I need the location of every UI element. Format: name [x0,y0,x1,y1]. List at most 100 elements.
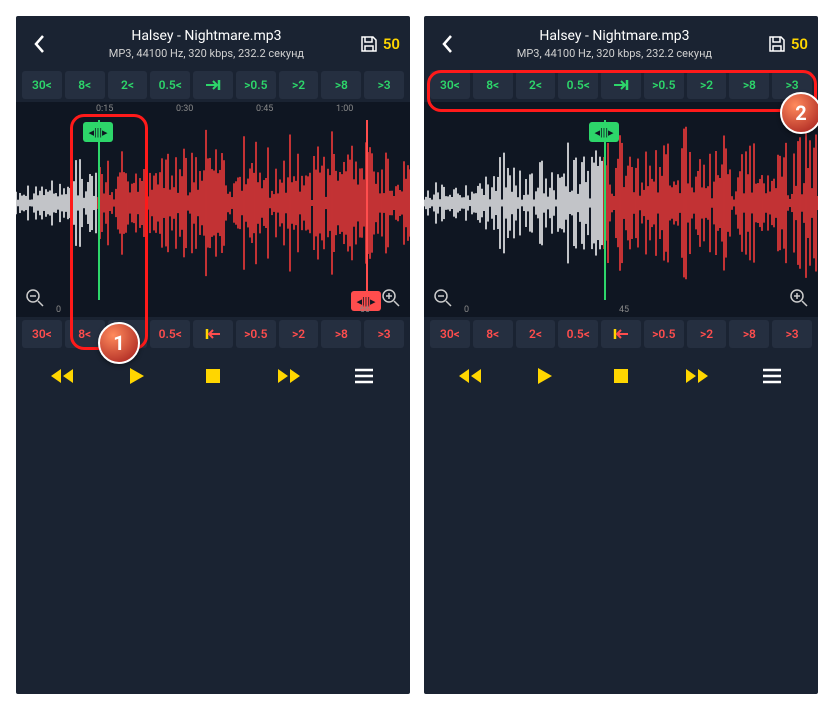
zoom-out-button[interactable] [22,285,48,311]
forward-button[interactable] [677,361,717,391]
seek-back-2[interactable]: 2< [108,71,148,99]
header: Halsey - Nightmare.mp3 MP3, 44100 Hz, 32… [424,16,818,68]
seek-fwd-30[interactable]: >3 [364,71,404,99]
seek-to-start[interactable] [193,71,233,99]
waveform-canvas [16,118,410,288]
start-index: 0 [464,305,469,315]
seek-back-05[interactable]: 0.5< [150,71,190,99]
end-back-30[interactable]: 30< [22,320,62,348]
forward-icon [684,367,710,385]
end-index: 66 [360,305,370,315]
zoom-in-button[interactable] [378,285,404,311]
menu-button[interactable] [344,361,384,391]
seek-row-start: 30< 8< 2< 0.5< >0.5 >2 >8 >3 [424,68,818,102]
waveform-area[interactable]: ◂|||▸ 0 45 [424,102,818,317]
ruler-tick: 0:30 [176,104,193,114]
end-back-30[interactable]: 30< [430,320,470,348]
end-fwd-2[interactable]: >2 [687,320,727,348]
end-fwd-2[interactable]: >2 [279,320,319,348]
seek-fwd-05[interactable]: >0.5 [644,71,684,99]
left-panel: Halsey - Nightmare.mp3 MP3, 44100 Hz, 32… [16,16,410,694]
title-line2: MP3, 44100 Hz, 320 kbps, 232.2 секунд [54,46,359,61]
seek-fwd-05[interactable]: >0.5 [236,71,276,99]
end-back-2[interactable]: 2< [516,320,556,348]
file-title: Halsey - Nightmare.mp3 MP3, 44100 Hz, 32… [54,27,359,62]
start-marker-handle[interactable]: ◂|||▸ [83,122,113,142]
zoom-in-icon [381,288,401,308]
start-index: 0 [56,305,61,315]
right-panel: Halsey - Nightmare.mp3 MP3, 44100 Hz, 32… [424,16,818,694]
seek-fwd-2[interactable]: >2 [687,71,727,99]
seek-fwd-8[interactable]: >8 [729,71,769,99]
save-icon [359,34,379,54]
end-marker[interactable] [366,120,368,300]
title-line1: Halsey - Nightmare.mp3 [462,27,767,47]
save-count: 50 [791,35,808,53]
title-line2: MP3, 44100 Hz, 320 kbps, 232.2 секунд [462,46,767,61]
stop-button[interactable] [193,361,233,391]
forward-button[interactable] [269,361,309,391]
annotation-badge-1: 1 [98,322,140,364]
start-marker[interactable] [604,120,606,300]
time-ruler [424,102,818,118]
ruler-tick: 0:45 [256,104,273,114]
start-marker-handle[interactable]: ◂|||▸ [589,122,619,142]
zoom-in-icon [789,288,809,308]
seek-back-30[interactable]: 30< [430,71,470,99]
zoom-out-icon [25,288,45,308]
end-fwd-05[interactable]: >0.5 [236,320,276,348]
end-fwd-8[interactable]: >8 [729,320,769,348]
back-button[interactable] [434,24,462,64]
rewind-icon [457,367,483,385]
waveform-area[interactable]: 0:15 0:30 0:45 1:00 ◂|||▸ ◂|||▸ 0 66 [16,102,410,317]
seek-row-start: 30< 8< 2< 0.5< >0.5 >2 >8 >3 [16,68,410,102]
end-back-8[interactable]: 8< [473,320,513,348]
play-icon [536,366,554,386]
menu-icon [354,368,374,384]
ruler-tick: 0:15 [96,104,113,114]
forward-icon [276,367,302,385]
play-button[interactable] [525,361,565,391]
end-fwd-30[interactable]: >3 [772,320,812,348]
menu-icon [762,368,782,384]
transport-row [16,351,410,401]
stop-icon [205,368,221,384]
menu-button[interactable] [752,361,792,391]
time-ruler: 0:15 0:30 0:45 1:00 [16,102,410,118]
seek-to-start[interactable] [601,71,641,99]
ruler-tick: 1:00 [336,104,353,114]
save-button[interactable]: 50 [359,34,400,54]
end-fwd-8[interactable]: >8 [321,320,361,348]
seek-back-05[interactable]: 0.5< [558,71,598,99]
save-count: 50 [383,35,400,53]
back-button[interactable] [26,24,54,64]
end-back-05[interactable]: 0.5< [150,320,190,348]
play-button[interactable] [117,361,157,391]
save-icon [767,34,787,54]
seek-fwd-2[interactable]: >2 [279,71,319,99]
rewind-icon [49,367,75,385]
seek-back-30[interactable]: 30< [22,71,62,99]
start-marker[interactable] [98,120,100,300]
seek-fwd-8[interactable]: >8 [321,71,361,99]
zoom-out-button[interactable] [430,285,456,311]
end-back-05[interactable]: 0.5< [558,320,598,348]
rewind-button[interactable] [42,361,82,391]
stop-icon [613,368,629,384]
zoom-out-icon [433,288,453,308]
end-to-cursor[interactable] [193,320,233,348]
transport-row [424,351,818,401]
zoom-in-button[interactable] [786,285,812,311]
end-fwd-30[interactable]: >3 [364,320,404,348]
waveform-canvas [424,118,818,288]
end-fwd-05[interactable]: >0.5 [644,320,684,348]
seek-back-8[interactable]: 8< [65,71,105,99]
stop-button[interactable] [601,361,641,391]
file-title: Halsey - Nightmare.mp3 MP3, 44100 Hz, 32… [462,27,767,62]
rewind-button[interactable] [450,361,490,391]
save-button[interactable]: 50 [767,34,808,54]
seek-back-2[interactable]: 2< [516,71,556,99]
seek-back-8[interactable]: 8< [473,71,513,99]
end-to-cursor[interactable] [601,320,641,348]
header: Halsey - Nightmare.mp3 MP3, 44100 Hz, 32… [16,16,410,68]
